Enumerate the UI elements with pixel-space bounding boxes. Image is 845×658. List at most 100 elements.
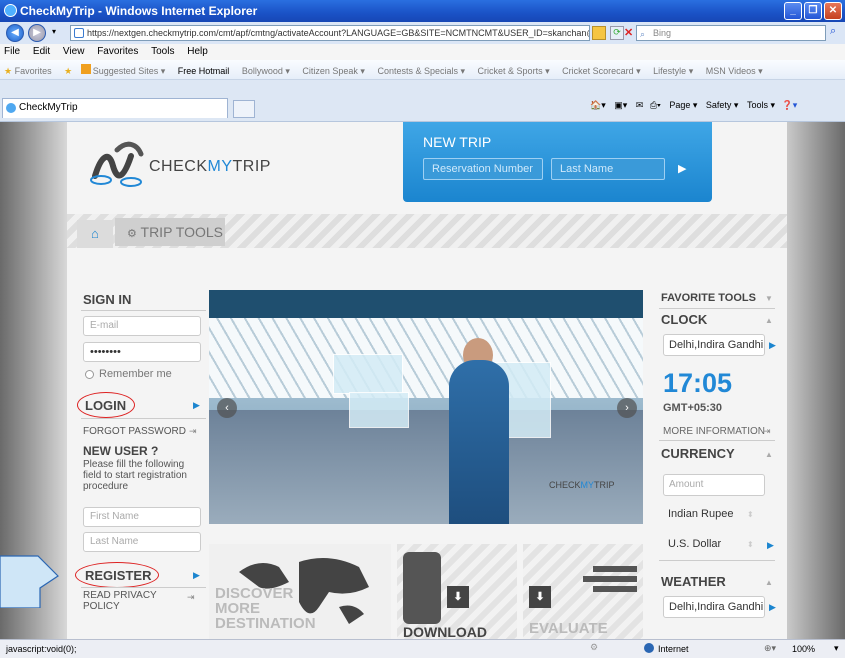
protected-mode-icon[interactable]: ⊕▾ <box>764 643 776 654</box>
remember-me-checkbox[interactable] <box>85 370 94 379</box>
close-button[interactable]: ✕ <box>824 2 842 20</box>
fav-cricket-scorecard[interactable]: Cricket Scorecard ▾ <box>562 66 641 77</box>
more-info-arrow-icon[interactable]: ⇥ <box>763 426 771 437</box>
currency-toggle-icon[interactable]: ▲ <box>765 450 773 459</box>
menu-edit[interactable]: Edit <box>33 46 50 57</box>
register-arrow-icon[interactable]: ▶ <box>193 570 200 581</box>
fav-citizen-speak[interactable]: Citizen Speak ▾ <box>302 66 365 77</box>
menu-help[interactable]: Help <box>187 46 208 57</box>
feeds-icon[interactable]: ▣▾ <box>614 100 627 110</box>
login-arrow-icon[interactable]: ▶ <box>193 400 200 411</box>
privacy-arrow-icon[interactable]: ⇥ <box>187 592 195 603</box>
favorite-tools-toggle-icon[interactable]: ▼ <box>765 294 773 303</box>
reservation-number-input[interactable]: Reservation Number <box>423 158 543 180</box>
currency-to-spinner-icon[interactable]: ⬍ <box>747 540 754 549</box>
fav-msn-videos[interactable]: MSN Videos ▾ <box>706 66 763 77</box>
sign-in-panel: SIGN IN E-mail •••••••• Remember me LOGI… <box>75 288 206 639</box>
hero-carousel[interactable]: ‹ › CHECKMYTRIP <box>209 290 643 524</box>
maximize-button[interactable]: ❐ <box>804 2 822 20</box>
carousel-prev-icon[interactable]: ‹ <box>217 398 237 418</box>
refresh-icon[interactable]: ⟳ <box>610 26 624 40</box>
fav-free-hotmail[interactable]: Free Hotmail <box>178 66 230 76</box>
window-title-bar: CheckMyTrip - Windows Internet Explorer … <box>0 0 845 22</box>
carousel-next-icon[interactable]: › <box>617 398 637 418</box>
logo-text[interactable]: CHECKMYTRIP <box>149 158 271 176</box>
back-button[interactable]: ◀ <box>6 24 24 42</box>
menu-tools[interactable]: Tools <box>151 46 174 57</box>
window-title: CheckMyTrip - Windows Internet Explorer <box>20 4 258 18</box>
amount-input[interactable]: Amount <box>663 474 765 496</box>
more-information-link[interactable]: MORE INFORMATION <box>663 426 765 437</box>
clock-toggle-icon[interactable]: ▲ <box>765 316 773 325</box>
page-menu[interactable]: Page ▾ <box>669 100 697 110</box>
trip-tools-label: TRIP TOOLS <box>140 224 223 240</box>
search-go-icon[interactable]: ⌕ <box>830 25 836 38</box>
gear-icon: ⚙ <box>127 228 137 240</box>
password-input[interactable]: •••••••• <box>83 342 201 362</box>
minimize-button[interactable]: _ <box>784 2 802 20</box>
trip-tools-tab[interactable]: ⚙ TRIP TOOLS <box>115 218 225 246</box>
address-bar[interactable]: https://nextgen.checkmytrip.com/cmt/apf/… <box>70 25 590 41</box>
email-input[interactable]: E-mail <box>83 316 201 336</box>
new-trip-last-name-input[interactable]: Last Name <box>551 158 665 180</box>
search-input[interactable]: ⌕ Bing <box>636 25 826 41</box>
trip-tools-bar: ⌂ ⚙ TRIP TOOLS <box>67 214 787 248</box>
fav-bollywood[interactable]: Bollywood ▾ <box>242 66 290 77</box>
new-user-title: NEW USER ? <box>83 444 159 458</box>
history-dropdown-icon[interactable]: ▾ <box>52 27 56 36</box>
bar-icon <box>583 576 637 582</box>
address-toolbar: ◀ ▶ ▾ https://nextgen.checkmytrip.com/cm… <box>0 22 845 44</box>
hero-person <box>449 360 509 524</box>
help-icon[interactable]: ❓▾ <box>782 100 798 110</box>
download-tile[interactable]: ⬇ DOWNLOAD <box>397 544 517 639</box>
mail-icon[interactable]: ✉ <box>636 100 644 110</box>
forgot-password-arrow-icon[interactable]: ⇥ <box>189 426 197 437</box>
weather-city-select[interactable]: Delhi,Indira Gandhi <box>663 596 765 618</box>
clock-city-arrow-icon[interactable]: ▶ <box>769 340 776 351</box>
stop-icon[interactable]: ✕ <box>624 26 636 40</box>
hero-ceiling <box>209 318 643 398</box>
clock-time: 17:05 <box>663 368 733 398</box>
weather-toggle-icon[interactable]: ▲ <box>765 578 773 587</box>
home-tab[interactable]: ⌂ <box>77 220 113 248</box>
currency-convert-arrow-icon[interactable]: ▶ <box>767 540 774 551</box>
first-name-input[interactable]: First Name <box>83 507 201 527</box>
status-bar: javascript:void(0); ⚙ Internet ⊕▾ 100% ▾ <box>0 639 845 658</box>
tab-checkmytrip[interactable]: CheckMyTrip <box>2 98 228 118</box>
fav-suggested-sites[interactable]: ★ Suggested Sites ▾ <box>64 64 165 77</box>
star-icon: ★ <box>4 66 13 76</box>
hero-top-band <box>209 290 643 318</box>
menu-view[interactable]: View <box>63 46 85 57</box>
privacy-policy-link[interactable]: READ PRIVACY POLICY <box>83 590 173 612</box>
divider <box>659 440 775 441</box>
favorites-button[interactable]: ★ Favorites <box>4 66 52 77</box>
home-icon[interactable]: 🏠▾ <box>590 100 606 110</box>
tools-menu[interactable]: Tools ▾ <box>747 100 775 110</box>
search-placeholder: Bing <box>653 28 672 38</box>
menu-file[interactable]: File <box>4 46 20 57</box>
weather-city-arrow-icon[interactable]: ▶ <box>769 602 776 613</box>
bar-icon <box>593 586 637 592</box>
checkmytrip-logo-icon[interactable] <box>87 136 149 192</box>
last-name-input[interactable]: Last Name <box>83 532 201 552</box>
zoom-dropdown-icon[interactable]: ▾ <box>834 643 839 654</box>
forgot-password-link[interactable]: FORGOT PASSWORD <box>83 426 186 437</box>
print-icon[interactable]: ⎙▾ <box>650 100 661 110</box>
safety-menu[interactable]: Safety ▾ <box>706 100 739 110</box>
fav-lifestyle[interactable]: Lifestyle ▾ <box>653 66 693 77</box>
discover-tile[interactable]: DISCOVER MORE DESTINATION <box>209 544 391 639</box>
fav-cricket-sports[interactable]: Cricket & Sports ▾ <box>478 66 550 77</box>
phone-icon <box>403 552 441 624</box>
new-tab-button[interactable] <box>233 100 255 118</box>
zoom-level[interactable]: 100% <box>792 644 815 654</box>
fav-contests[interactable]: Contests & Specials ▾ <box>377 66 465 77</box>
menu-favorites[interactable]: Favorites <box>97 46 138 57</box>
evaluate-arrow-icon: ⬇ <box>529 586 551 608</box>
forward-button[interactable]: ▶ <box>28 24 46 42</box>
clock-city-select[interactable]: Delhi,Indira Gandhi <box>663 334 765 356</box>
evaluate-tile[interactable]: ⬇ EVALUATE <box>523 544 643 639</box>
lock-icon[interactable] <box>592 26 606 40</box>
divider <box>659 308 775 309</box>
new-trip-go-arrow-icon[interactable]: ▶ <box>678 162 686 175</box>
currency-from-spinner-icon[interactable]: ⬍ <box>747 510 754 519</box>
